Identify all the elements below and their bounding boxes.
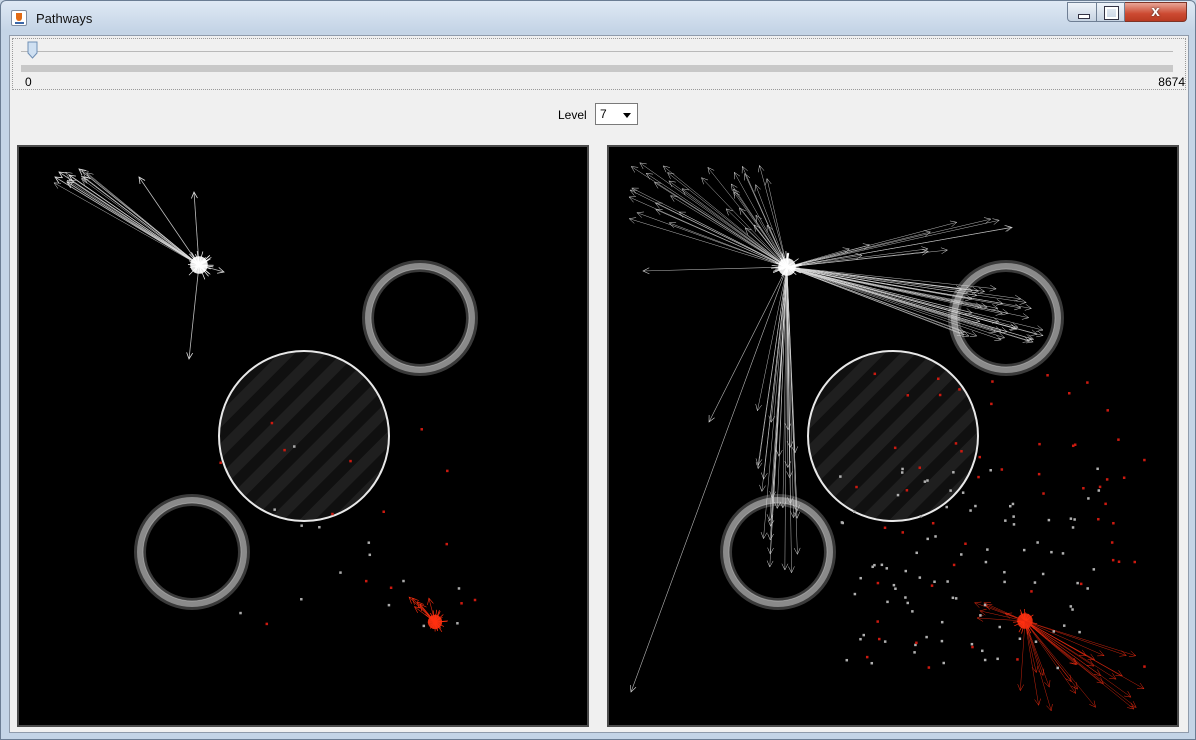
minimize-icon [1078,14,1090,19]
app-window: Pathways x 0 8674 Level 7 [0,0,1196,740]
slider-track[interactable] [21,65,1173,72]
pathway-view-left [53,168,478,633]
level-value: 7 [600,107,607,121]
pathway-view-right [628,162,1146,712]
white-agent-cluster [187,251,214,280]
title-bar[interactable]: Pathways x [1,1,1195,35]
chevron-down-icon [623,113,631,118]
level-label: Level [558,108,587,122]
red-agent-cluster [425,609,448,633]
slider-thumb[interactable] [27,41,38,59]
minimize-button[interactable] [1067,2,1097,22]
close-icon: x [1151,3,1160,20]
window-title: Pathways [36,11,93,26]
central-obstacle [218,350,390,522]
slider-guide [21,51,1173,52]
pathway-canvas-right[interactable] [607,145,1179,727]
java-cup-icon [11,10,27,26]
central-obstacle [807,350,979,522]
slider-max-label: 8674 [1158,75,1185,89]
slider-min-label: 0 [25,75,32,89]
level-dropdown[interactable]: 7 [595,103,638,125]
content-pane: 0 8674 Level 7 [9,35,1189,733]
maximize-button[interactable] [1097,2,1125,22]
pathway-canvas-left[interactable] [17,145,589,727]
close-button[interactable]: x [1125,2,1187,22]
maximize-icon [1104,6,1119,20]
time-slider[interactable]: 0 8674 [12,38,1186,90]
